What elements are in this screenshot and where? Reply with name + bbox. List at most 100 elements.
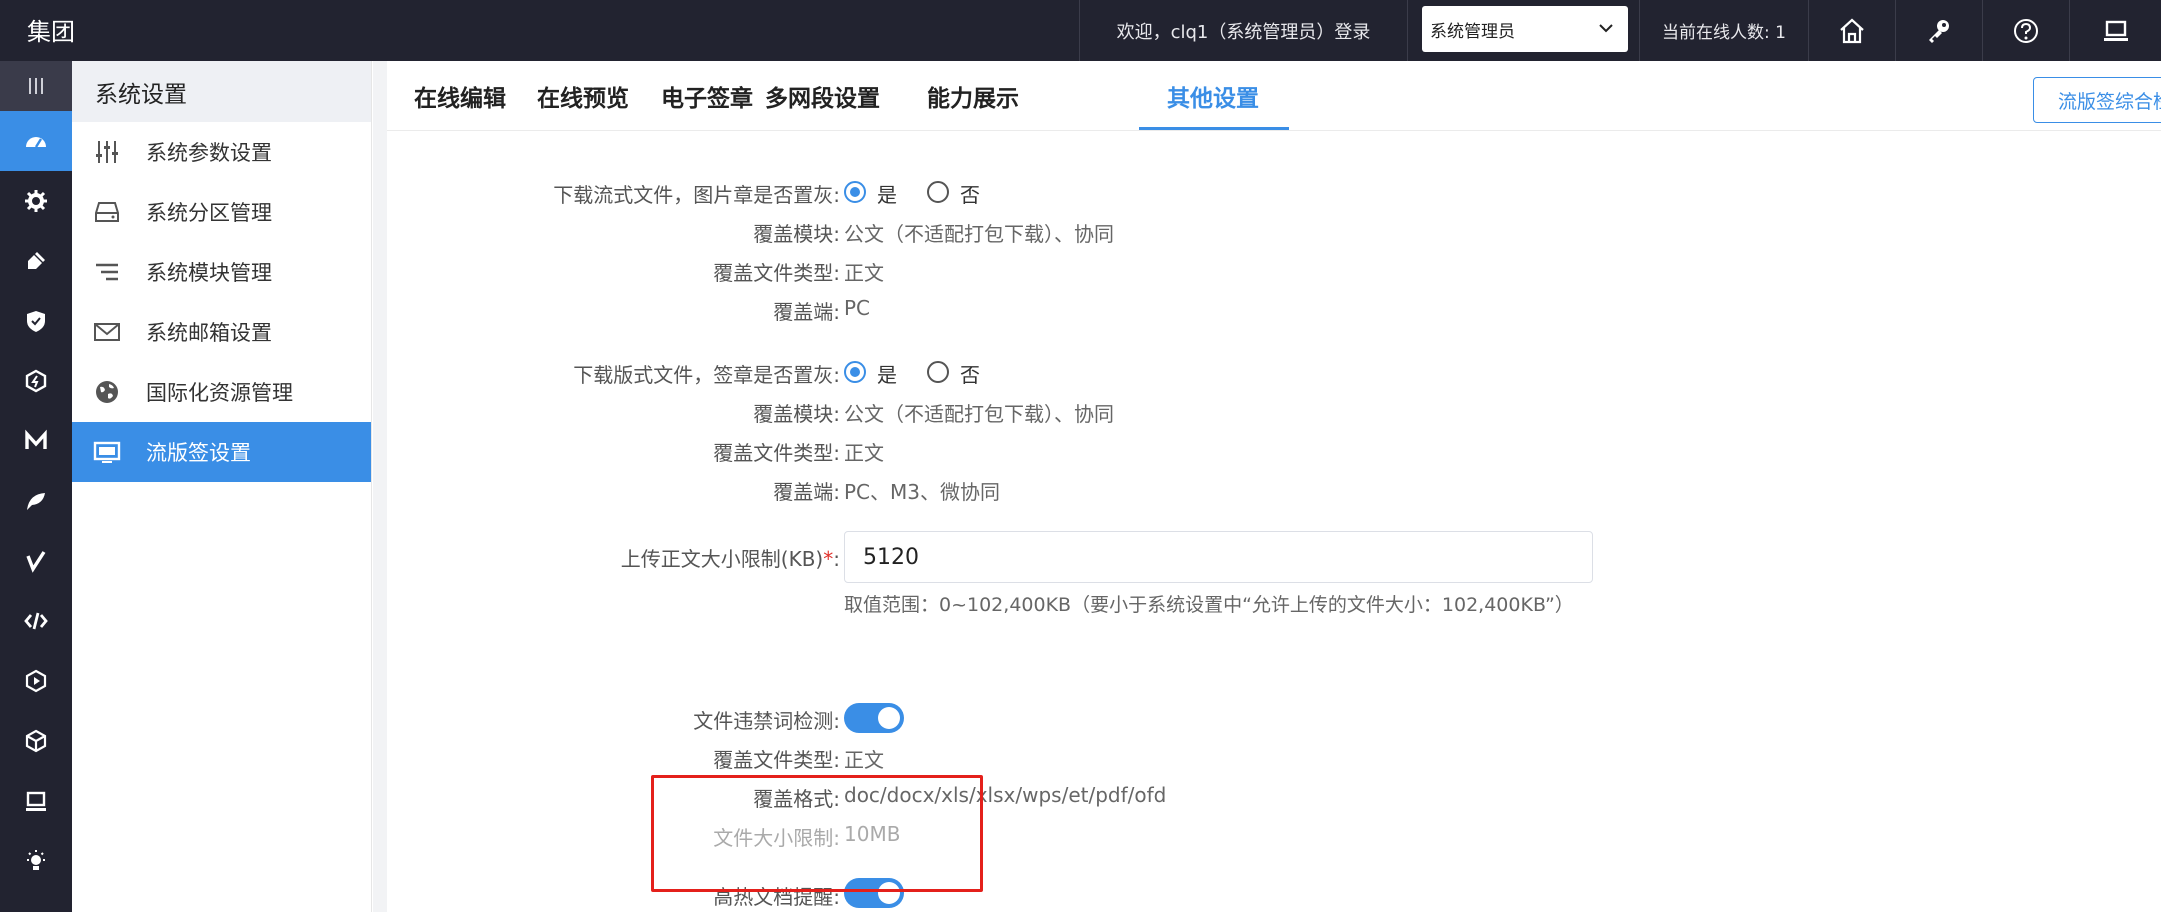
sidebar-item-mailbox[interactable]: 系统邮箱设置 (72, 302, 371, 362)
screen-icon (2103, 20, 2128, 41)
stream-ends-value: PC (844, 296, 871, 320)
tab-capability[interactable]: 能力展示 (927, 79, 1019, 113)
upload-limit-label-text: 上传正文大小限制(KB) (620, 547, 824, 571)
layout-gray-label: 下载版式文件，签章是否置灰: (573, 363, 840, 387)
layout-ends-label: 覆盖端: (773, 480, 840, 504)
forbidden-words-label: 文件违禁词检测: (693, 709, 840, 733)
rail-item-m[interactable] (0, 411, 72, 471)
brand-title: 集团 (27, 18, 75, 46)
sidebar-item-signature[interactable]: 流版签设置 (72, 422, 371, 482)
stream-modules-label: 覆盖模块: (753, 222, 840, 246)
sliders-icon (92, 137, 122, 167)
stream-gray-yes-radio[interactable] (844, 181, 866, 203)
forbidden-words-switch[interactable] (844, 703, 904, 733)
chevron-down-icon (1599, 24, 1613, 33)
upload-limit-label: 上传正文大小限制(KB)*: (621, 543, 840, 572)
sidebar-item-label: 系统参数设置 (146, 141, 272, 165)
rail-item-dashboard[interactable] (0, 111, 72, 171)
play-icon (25, 669, 47, 693)
shield-icon (27, 311, 45, 332)
rail-item-plugin[interactable] (0, 231, 72, 291)
forbidden-types-label: 覆盖文件类型: (713, 748, 840, 772)
monitor-icon (26, 791, 46, 811)
rail-item-monitor[interactable] (0, 771, 72, 831)
role-select-value: 系统管理员 (1430, 21, 1515, 42)
globe-icon (92, 377, 122, 407)
rail-item-hexagon[interactable] (0, 351, 72, 411)
rail-item-shield[interactable] (0, 291, 72, 351)
rail-item-settings[interactable] (0, 171, 72, 231)
upload-limit-value: 5120 (863, 544, 919, 570)
upload-limit-input[interactable]: 5120 (844, 531, 1593, 583)
top-header: 集团 欢迎，clq1（系统管理员）登录 系统管理员 当前在线人数: 1 (0, 0, 2161, 61)
check-icon (26, 551, 46, 573)
cube-icon (25, 729, 47, 753)
required-mark: * (823, 547, 834, 571)
sidebar-item-label: 流版签设置 (146, 441, 251, 465)
sidebar-item-label: 国际化资源管理 (146, 381, 293, 405)
sidebar-item-label: 系统模块管理 (146, 261, 272, 285)
tab-other-settings[interactable]: 其他设置 (1167, 79, 1259, 113)
layout-ends-value: PC、M3、微协同 (844, 480, 1001, 504)
code-icon (24, 612, 48, 630)
layout-types-value: 正文 (844, 441, 884, 465)
rail-item-code[interactable] (0, 591, 72, 651)
layout-gray-yes-radio[interactable] (844, 361, 866, 383)
layout-gray-no-radio[interactable] (927, 361, 949, 383)
stream-gray-yes-label: 是 (877, 183, 897, 207)
rail-item-cube[interactable] (0, 711, 72, 771)
screen-button[interactable] (2069, 0, 2161, 61)
icon-rail (0, 61, 72, 912)
role-cell: 系统管理员 (1407, 0, 1639, 61)
signature-check-button[interactable]: 流版签综合检 (2033, 77, 2161, 123)
m-icon (25, 429, 47, 449)
role-select[interactable]: 系统管理员 (1422, 6, 1628, 52)
highlight-box (651, 775, 983, 892)
settings-sidebar: 系统设置 系统参数设置 系统分区管理 系统模块管理 系统邮箱设置 国际化资源管理 (72, 61, 372, 912)
sidebar-item-system-params[interactable]: 系统参数设置 (72, 122, 371, 182)
upload-limit-hint: 取值范围：0~102,400KB（要小于系统设置中“允许上传的文件大小：102,… (844, 594, 1574, 616)
layout-modules-label: 覆盖模块: (753, 402, 840, 426)
bulb-icon (27, 850, 45, 870)
stream-modules-value: 公文（不适配打包下载）、协同 (844, 222, 1114, 246)
layout-gray-no-label: 否 (960, 363, 980, 387)
home-button[interactable] (1808, 0, 1895, 61)
mail-icon (92, 317, 122, 347)
sidebar-item-label: 系统分区管理 (146, 201, 272, 225)
rail-item-play[interactable] (0, 651, 72, 711)
layout-modules-value: 公文（不适配打包下载）、协同 (844, 402, 1114, 426)
sidebar-item-partition[interactable]: 系统分区管理 (72, 182, 371, 242)
help-button[interactable] (1982, 0, 2069, 61)
stream-gray-label: 下载流式文件，图片章是否置灰: (553, 183, 840, 207)
active-tab-indicator (1139, 127, 1289, 130)
home-icon (1840, 18, 1864, 43)
welcome-text: 欢迎，clq1（系统管理员）登录 (1079, 0, 1407, 61)
sidebar-item-label: 系统邮箱设置 (146, 321, 272, 345)
main-content: 在线编辑 在线预览 电子签章 多网段设置 能力展示 其他设置 流版签综合检 下载… (373, 61, 2161, 912)
layout-gray-yes-label: 是 (877, 363, 897, 387)
stream-types-label: 覆盖文件类型: (713, 261, 840, 285)
key-icon (1929, 19, 1949, 43)
stream-types-value: 正文 (844, 261, 884, 285)
key-button[interactable] (1895, 0, 1982, 61)
list-icon (92, 257, 122, 287)
rail-item-check[interactable] (0, 531, 72, 591)
stream-ends-label: 覆盖端: (773, 300, 840, 324)
hexagon-icon (25, 369, 47, 393)
rail-menu-toggle[interactable] (0, 61, 72, 111)
stream-gray-no-radio[interactable] (927, 181, 949, 203)
rail-item-bulb[interactable] (0, 831, 72, 891)
leaf-icon (27, 493, 45, 510)
dashboard-icon (26, 137, 46, 148)
monitor-icon (92, 437, 122, 467)
upload-limit-colon: : (833, 547, 840, 571)
layout-types-label: 覆盖文件类型: (713, 441, 840, 465)
online-count: 当前在线人数: 1 (1639, 0, 1808, 61)
rail-item-leaf[interactable] (0, 471, 72, 531)
help-icon (2014, 18, 2038, 43)
stream-gray-no-label: 否 (960, 183, 980, 207)
sidebar-item-modules[interactable]: 系统模块管理 (72, 242, 371, 302)
sidebar-item-i18n[interactable]: 国际化资源管理 (72, 362, 371, 422)
plugin-icon (28, 252, 45, 269)
menu-icon (29, 78, 43, 94)
